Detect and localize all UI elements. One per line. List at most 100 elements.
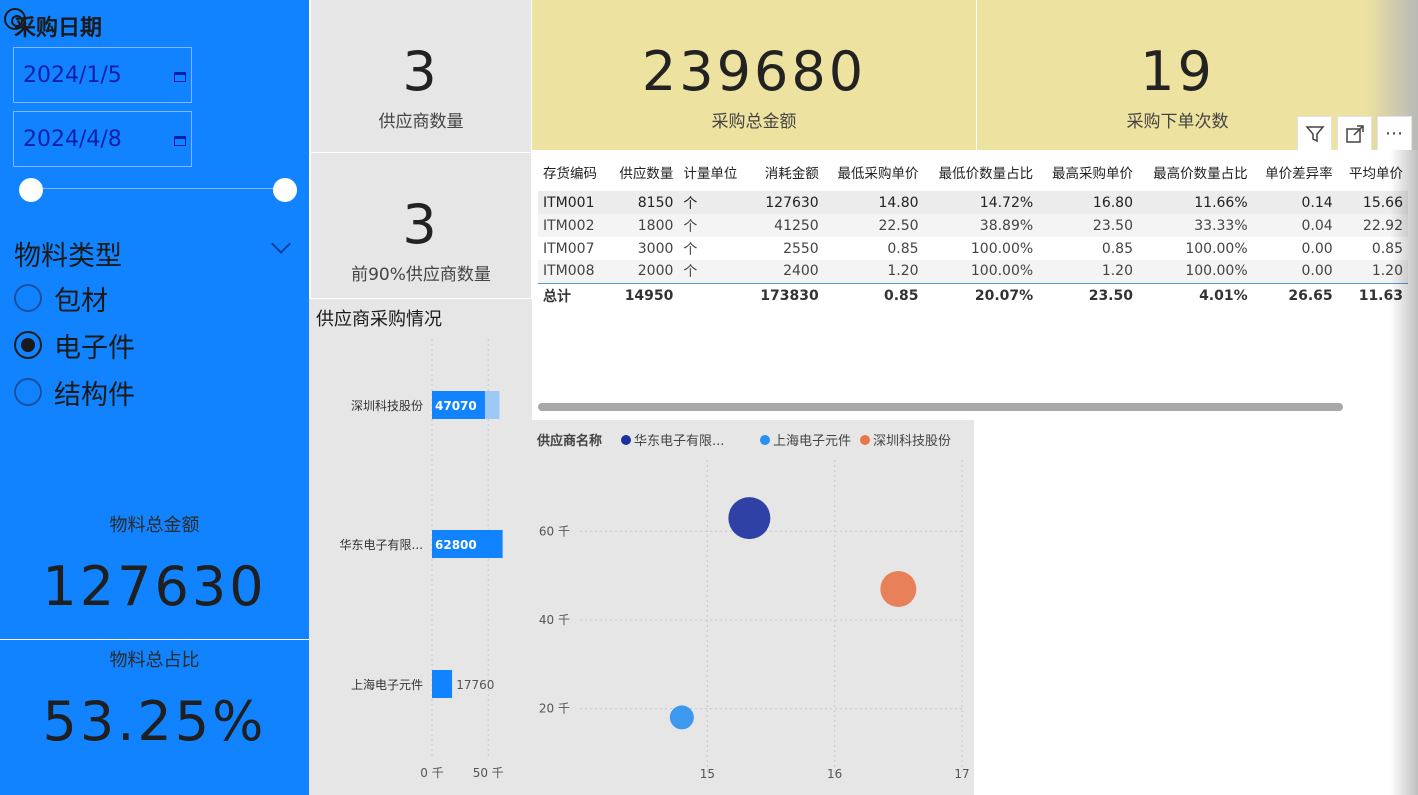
table-cell: 0.04 — [1252, 214, 1338, 237]
chevron-down-icon[interactable] — [271, 234, 291, 254]
column-header[interactable]: 消耗金额 — [749, 153, 824, 191]
kpi-value: 3 — [402, 193, 440, 256]
radio-button-selected[interactable] — [14, 331, 42, 359]
y-tick-label: 40 千 — [539, 613, 570, 627]
table-cell: 41250 — [748, 214, 824, 237]
kpi-value: 127630 — [42, 555, 267, 618]
column-header[interactable]: 存货编码 — [538, 153, 608, 191]
kpi-label: 采购总金额 — [711, 112, 797, 132]
total-cell: 173830 — [748, 282, 824, 309]
supplier-bar-chart: 供应商采购情况 深圳科技股份 47070 华东电子有限... 62800 上海电子元件 1… — [309, 299, 532, 795]
table-row[interactable]: ITM007 3000 个 2550 0.85 100.00% 0.85 100.00% 0.0… — [538, 237, 1408, 260]
x-tick-label: 15 — [700, 767, 715, 781]
table-cell: 0.14 — [1252, 191, 1338, 214]
scatter-point[interactable] — [728, 497, 771, 540]
scatter-point[interactable] — [880, 571, 917, 607]
table-cell: 127630 — [748, 191, 824, 214]
table-cell: 0.85 — [1101, 240, 1133, 257]
table-cell: 11.66% — [1138, 191, 1253, 214]
total-cell: 23.50 — [1038, 282, 1138, 309]
kpi-value: 239680 — [641, 40, 867, 103]
table-cell: 2550 — [783, 240, 819, 257]
table-row[interactable]: ITM002 1800 个 41250 22.50 38.89% 23.50 33.33% 0.… — [538, 214, 1408, 237]
column-header[interactable]: 单价差异率 — [1253, 153, 1338, 191]
window-edge-shadow — [1390, 150, 1418, 795]
radio-label: 电子件 — [54, 332, 135, 364]
category-label: 上海电子元件 — [351, 677, 423, 692]
table-cell: 16.80 — [1038, 191, 1138, 214]
total-cell: 总计 — [538, 282, 609, 309]
material-option-electronic[interactable]: 电子件 — [14, 328, 135, 364]
total-cell: 20.07% — [923, 282, 1039, 309]
x-tick-label: 17 — [954, 767, 969, 781]
material-option-structural[interactable]: 结构件 — [14, 375, 135, 411]
table-cell: 0.00 — [1301, 240, 1333, 257]
start-date-input[interactable]: 2024/1/5 — [13, 47, 192, 103]
table-cell: 38.89% — [923, 214, 1039, 237]
bar[interactable] — [432, 670, 452, 698]
table-cell: 1.20 — [823, 260, 924, 283]
focus-mode-icon[interactable] — [1337, 116, 1372, 151]
data-label: 47070 — [435, 399, 477, 413]
radio-label: 包材 — [54, 285, 108, 317]
calendar-icon[interactable] — [174, 72, 186, 82]
column-header[interactable]: 最低采购单价 — [824, 153, 924, 191]
supplier-scatter-chart: 供应商名称 华东电子有限... 上海电子元件 深圳科技股份 15 16 17 20 千 40 千… — [532, 420, 974, 795]
column-header[interactable]: 最低价数量占比 — [924, 153, 1039, 191]
total-cell: 14950 — [608, 282, 679, 309]
slider-end-handle[interactable] — [273, 178, 297, 202]
column-header[interactable]: 最高价数量占比 — [1138, 153, 1253, 191]
more-options-icon[interactable]: ⋯ — [1377, 116, 1412, 151]
horizontal-scrollbar[interactable] — [538, 403, 1343, 411]
kpi-label: 供应商数量 — [378, 112, 464, 132]
material-ratio-card: 物料总占比 53.25% — [0, 640, 309, 795]
legend-item[interactable]: 深圳科技股份 — [873, 434, 951, 449]
slider-start-handle[interactable] — [19, 178, 43, 202]
kpi-value: 19 — [1140, 40, 1215, 103]
date-range-slider[interactable] — [31, 188, 285, 189]
radio-button[interactable] — [14, 378, 42, 406]
table-cell: 2000 — [608, 260, 679, 283]
table-cell: ITM008 — [538, 260, 609, 283]
column-header[interactable]: 供应数量 — [608, 153, 678, 191]
legend-item[interactable]: 华东电子有限... — [634, 434, 724, 449]
visual-header-toolbar: ⋯ — [1297, 116, 1412, 151]
table-cell: 0.00 — [1252, 260, 1338, 283]
table-row[interactable]: ITM001 8150 个 127630 14.80 14.72% 16.80 11.66% 0… — [538, 191, 1408, 214]
calendar-icon[interactable] — [174, 136, 186, 146]
x-tick-label: 50 千 — [473, 766, 504, 780]
top90-supplier-card: 3 前90%供应商数量 — [311, 153, 531, 298]
category-label: 深圳科技股份 — [351, 399, 423, 413]
table-cell: ITM002 — [538, 214, 609, 237]
table-cell: 100.00% — [970, 240, 1034, 257]
material-total-card: 物料总金额 127630 — [0, 505, 309, 639]
kpi-label: 前90%供应商数量 — [351, 265, 491, 285]
radio-button[interactable] — [14, 284, 42, 312]
table-cell: 1800 — [608, 214, 679, 237]
table-cell: ITM001 — [538, 191, 609, 214]
total-cell — [678, 282, 749, 309]
table-cell: 8150 — [608, 191, 679, 214]
table-row[interactable]: ITM008 2000 个 2400 1.20 100.00% 1.20 100.00% 0.0… — [538, 260, 1408, 283]
total-amount-card: 239680 采购总金额 — [532, 0, 976, 150]
data-label: 62800 — [435, 538, 477, 552]
column-header[interactable]: 最高采购单价 — [1038, 153, 1138, 191]
table-cell: 0.85 — [887, 240, 919, 257]
legend-title: 供应商名称 — [536, 433, 602, 449]
table-cell: 个 — [678, 191, 749, 214]
filter-icon[interactable] — [1297, 116, 1332, 151]
material-option-packaging[interactable]: 包材 — [14, 281, 108, 317]
end-date-input[interactable]: 2024/4/8 — [13, 111, 192, 167]
table-cell: 个 — [678, 214, 749, 237]
table-cell: 个 — [678, 260, 749, 283]
date-slicer-title: 采购日期 — [14, 16, 103, 41]
legend-marker — [760, 435, 770, 445]
column-header[interactable]: 计量单位 — [678, 153, 748, 191]
legend-item[interactable]: 上海电子元件 — [773, 434, 851, 449]
table-cell: 23.50 — [1038, 214, 1138, 237]
x-tick-label: 0 千 — [420, 766, 443, 780]
total-cell: 0.85 — [823, 282, 924, 309]
total-row: 总计 14950 173830 0.85 20.07% 23.50 4.01% 26.65 11… — [538, 282, 1408, 309]
scatter-point[interactable] — [669, 705, 694, 730]
inventory-table-visual: 存货编码 供应数量 计量单位 消耗金额 最低采购单价 最低价数量占比 最高采购单价 最高价数量… — [533, 150, 1415, 418]
